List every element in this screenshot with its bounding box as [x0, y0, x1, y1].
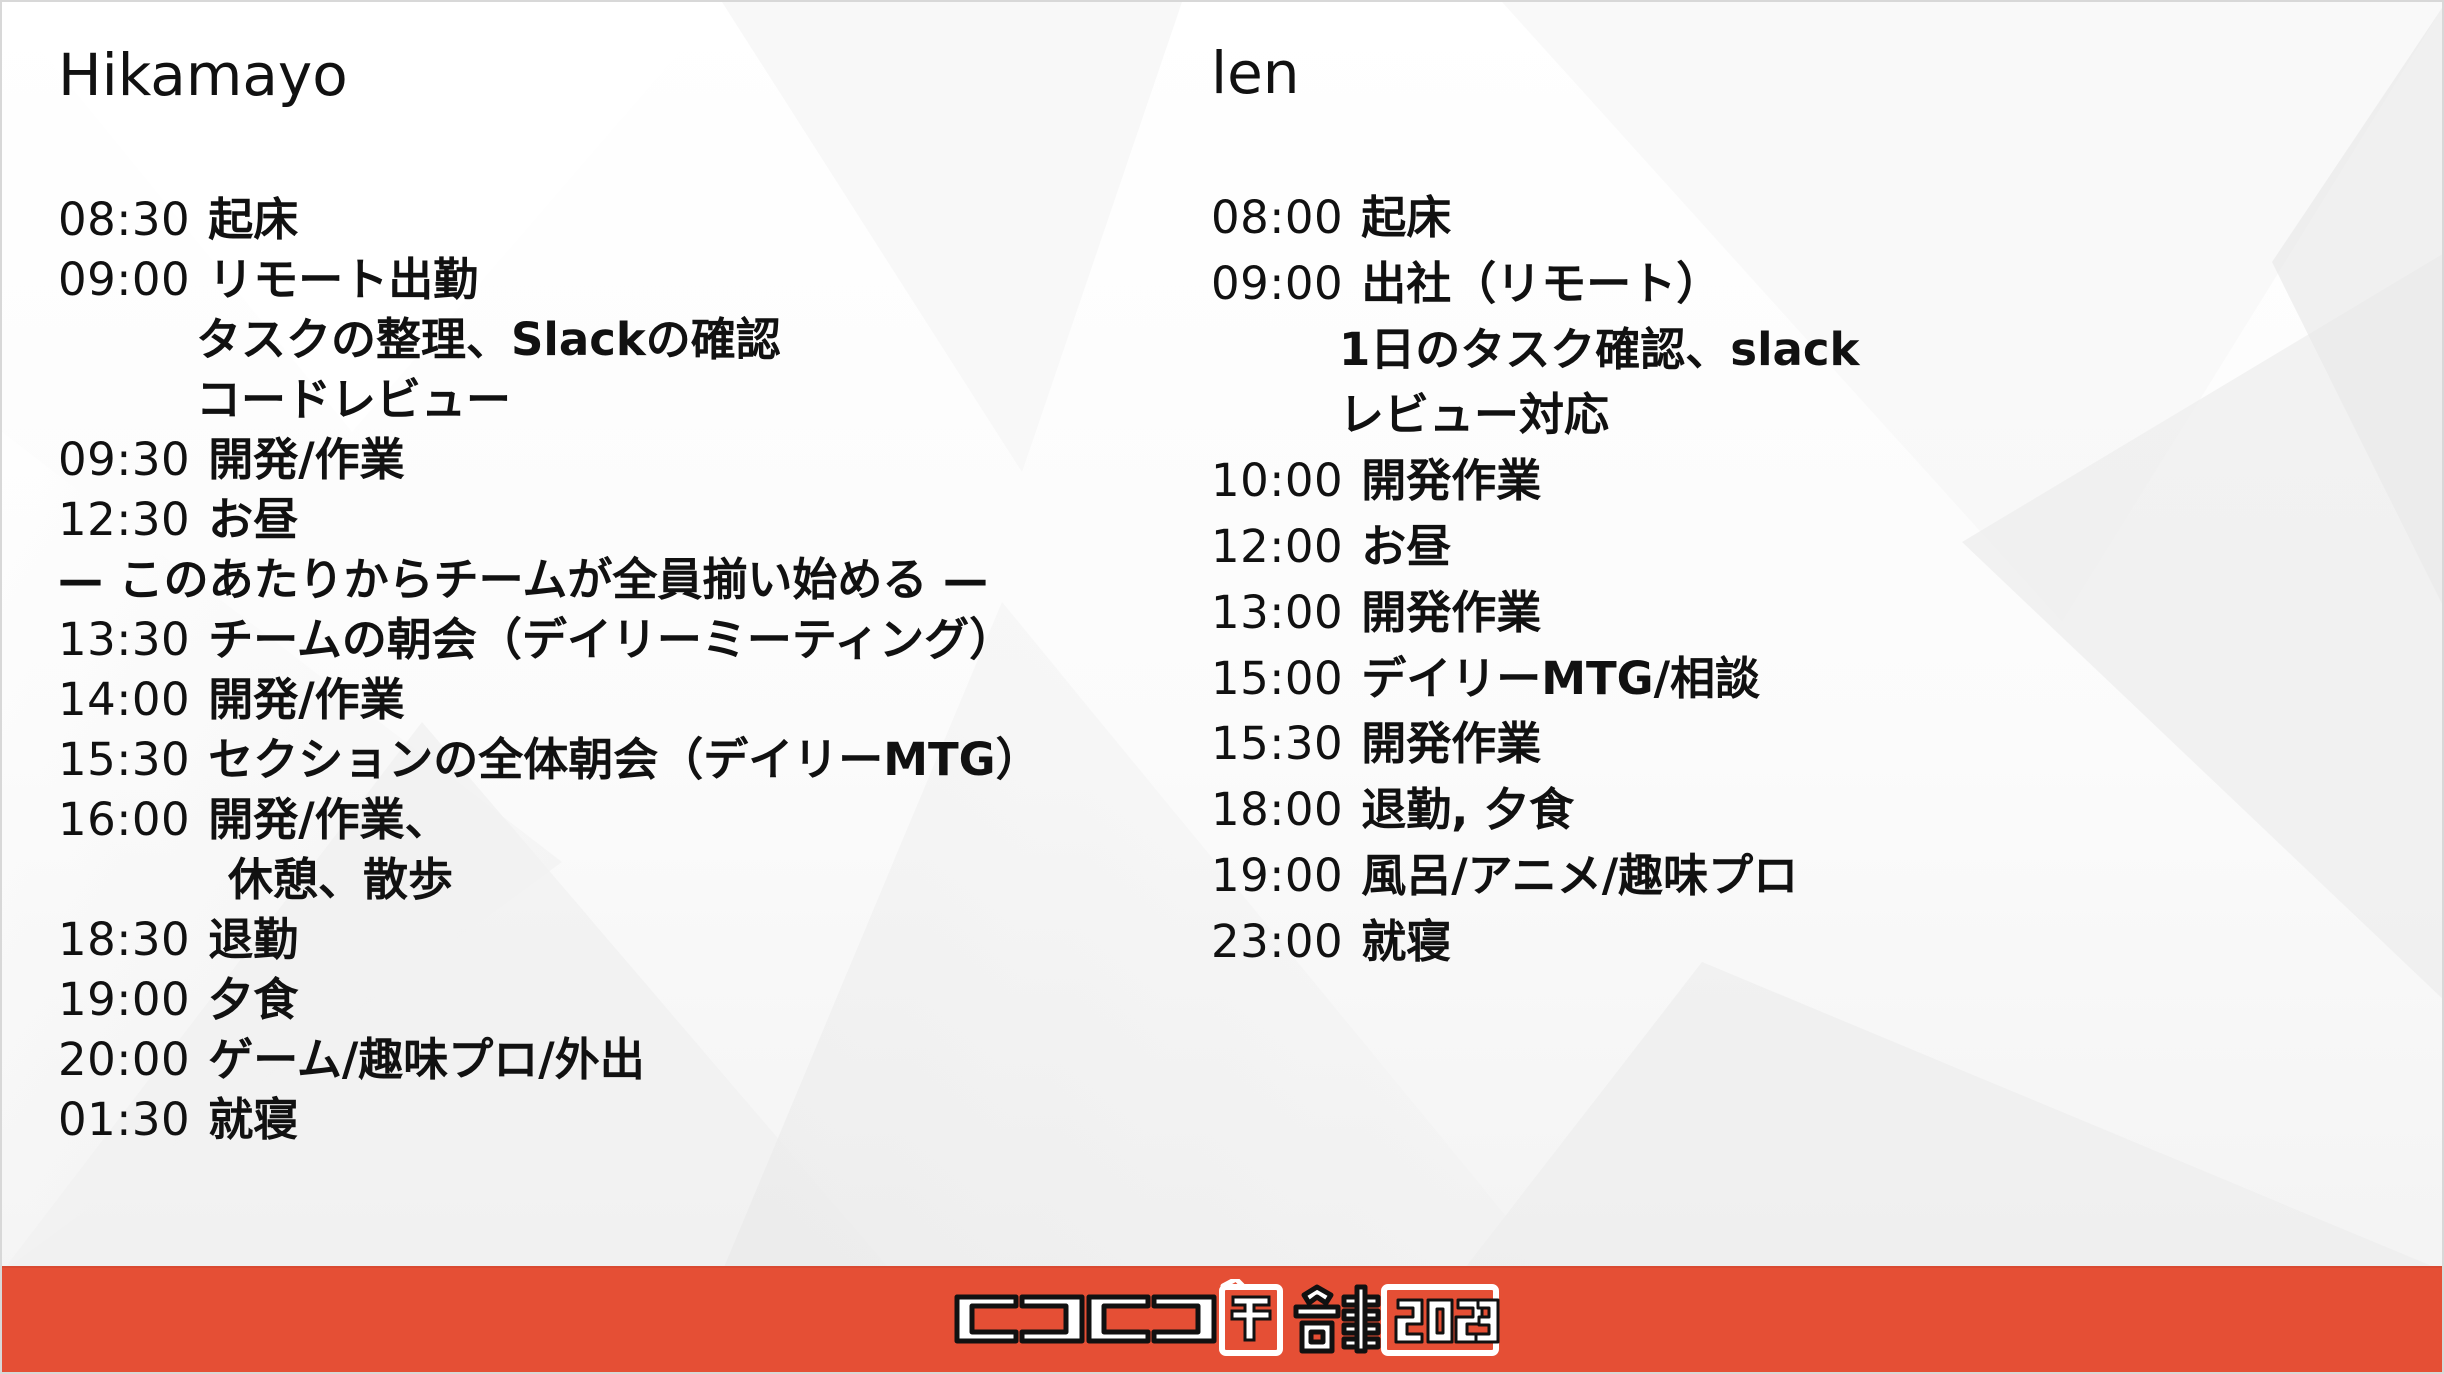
- activity-label: 起床: [1361, 191, 1452, 244]
- schedule-row: 15:30 開発作業: [1211, 711, 1860, 777]
- schedule-row: 08:30 起床: [58, 190, 1041, 250]
- schedule-row: 13:00 開発作業: [1211, 580, 1860, 646]
- schedule-row: 16:00 開発/作業、: [58, 790, 1041, 850]
- time-label: 12:00: [1211, 519, 1344, 573]
- time-label: 18:30: [58, 913, 191, 966]
- schedule-row: 15:30 セクションの全体朝会（デイリーMTG）: [58, 730, 1041, 790]
- schedule-note: — このあたりからチームが全員揃い始める —: [58, 553, 988, 606]
- time-label: 10:00: [1211, 454, 1344, 508]
- schedule-row: 15:00 デイリーMTG/相談: [1211, 646, 1860, 712]
- time-label: 09:30: [58, 433, 191, 486]
- activity-label: 退勤: [208, 913, 299, 966]
- activity-label: お昼: [208, 493, 299, 546]
- schedule-row: 09:00 出社（リモート）: [1211, 251, 1860, 317]
- time-label: 09:00: [58, 253, 191, 306]
- hikamayo-schedule-list: 08:30 起床 09:00 リモート出勤 タスクの整理、Slackの確認 コードレ…: [58, 190, 1041, 1150]
- schedule-row: 09:30 開発/作業: [58, 430, 1041, 490]
- schedule-row: 18:30 退勤: [58, 910, 1041, 970]
- activity-label: 1日のタスク確認、slack: [1339, 322, 1860, 376]
- schedule-detail-row: レビュー対応: [1211, 382, 1860, 448]
- activity-label: チームの朝会（デイリーミーティング）: [208, 613, 1015, 666]
- schedule-row: 12:00 お昼: [1211, 514, 1860, 580]
- schedule-row: 20:00 ゲーム/趣味プロ/外出: [58, 1030, 1041, 1090]
- time-label: 13:30: [58, 613, 191, 666]
- time-label: 19:00: [1211, 848, 1344, 902]
- activity-label: 開発/作業: [208, 673, 405, 726]
- activity-label: お昼: [1361, 519, 1452, 573]
- time-label: 16:00: [58, 793, 191, 846]
- schedule-row: 19:00 風呂/アニメ/趣味プロ: [1211, 843, 1860, 909]
- footer-bar: [2, 1266, 2442, 1372]
- activity-label: 起床: [208, 193, 299, 246]
- schedule-row: 14:00 開発/作業: [58, 670, 1041, 730]
- schedule-detail-row: 1日のタスク確認、slack: [1211, 317, 1860, 383]
- time-label: 13:00: [1211, 585, 1344, 639]
- schedule-row: 08:00 起床: [1211, 185, 1860, 251]
- activity-label: セクションの全体朝会（デイリーMTG）: [208, 733, 1041, 786]
- time-label: 23:00: [1211, 914, 1344, 968]
- schedule-row: 23:00 就寝: [1211, 909, 1860, 975]
- activity-label: リモート出勤: [208, 253, 479, 306]
- time-label: 01:30: [58, 1093, 191, 1146]
- activity-label: 開発/作業: [208, 433, 405, 486]
- time-label: 20:00: [58, 1033, 191, 1086]
- schedule-row: 09:00 リモート出勤: [58, 250, 1041, 310]
- time-label: 15:30: [58, 733, 191, 786]
- activity-label: コードレビュー: [196, 373, 512, 426]
- time-label: 12:30: [58, 493, 191, 546]
- activity-label: 開発作業: [1361, 454, 1542, 508]
- time-label: 15:00: [1211, 651, 1344, 705]
- activity-label: 夕食: [208, 973, 299, 1026]
- activity-label: 出社（リモート）: [1361, 256, 1722, 310]
- time-label: 15:30: [1211, 717, 1344, 771]
- activity-label: 就寝: [1361, 914, 1452, 968]
- schedule-detail-row: 休憩、散歩: [58, 850, 1041, 910]
- time-label: 09:00: [1211, 256, 1344, 310]
- activity-label: 休憩、散歩: [228, 853, 454, 906]
- activity-label: 開発/作業、: [208, 793, 450, 846]
- schedule-row: 01:30 就寝: [58, 1090, 1041, 1150]
- time-label: 08:00: [1211, 191, 1344, 244]
- schedule-detail-row: コードレビュー: [58, 370, 1041, 430]
- len-schedule-list: 08:00 起床 09:00 出社（リモート） 1日のタスク確認、slack レビュ…: [1211, 185, 1860, 975]
- time-label: 18:00: [1211, 783, 1344, 837]
- activity-label: 開発作業: [1361, 717, 1542, 771]
- schedule-row: 18:00 退勤, 夕食: [1211, 777, 1860, 843]
- schedule-row: 19:00 夕食: [58, 970, 1041, 1030]
- activity-label: 開発作業: [1361, 585, 1542, 639]
- activity-label: ゲーム/趣味プロ/外出: [208, 1033, 645, 1086]
- schedule-row: 10:00 開発作業: [1211, 448, 1860, 514]
- niconico-chokaigi-2023-logo: [954, 1279, 1500, 1356]
- time-label: 14:00: [58, 673, 191, 726]
- activity-label: タスクの整理、Slackの確認: [196, 313, 781, 366]
- activity-label: 退勤, 夕食: [1361, 783, 1574, 837]
- time-label: 19:00: [58, 973, 191, 1026]
- activity-label: デイリーMTG/相談: [1361, 651, 1761, 705]
- activity-label: 風呂/アニメ/趣味プロ: [1361, 848, 1799, 902]
- schedule-row: 12:30 お昼: [58, 490, 1041, 550]
- len-name: len: [1211, 39, 1300, 107]
- activity-label: 就寝: [208, 1093, 299, 1146]
- schedule-detail-row: タスクの整理、Slackの確認: [58, 310, 1041, 370]
- activity-label: レビュー対応: [1339, 388, 1610, 442]
- schedule-note-row: — このあたりからチームが全員揃い始める —: [58, 550, 1041, 610]
- time-label: 08:30: [58, 193, 191, 246]
- schedule-row: 13:30 チームの朝会（デイリーミーティング）: [58, 610, 1041, 670]
- hikamayo-name: Hikamayo: [58, 41, 348, 109]
- presentation-slide: Hikamayo 08:30 起床 09:00 リモート出勤 タスクの整理、Slac…: [0, 0, 2444, 1374]
